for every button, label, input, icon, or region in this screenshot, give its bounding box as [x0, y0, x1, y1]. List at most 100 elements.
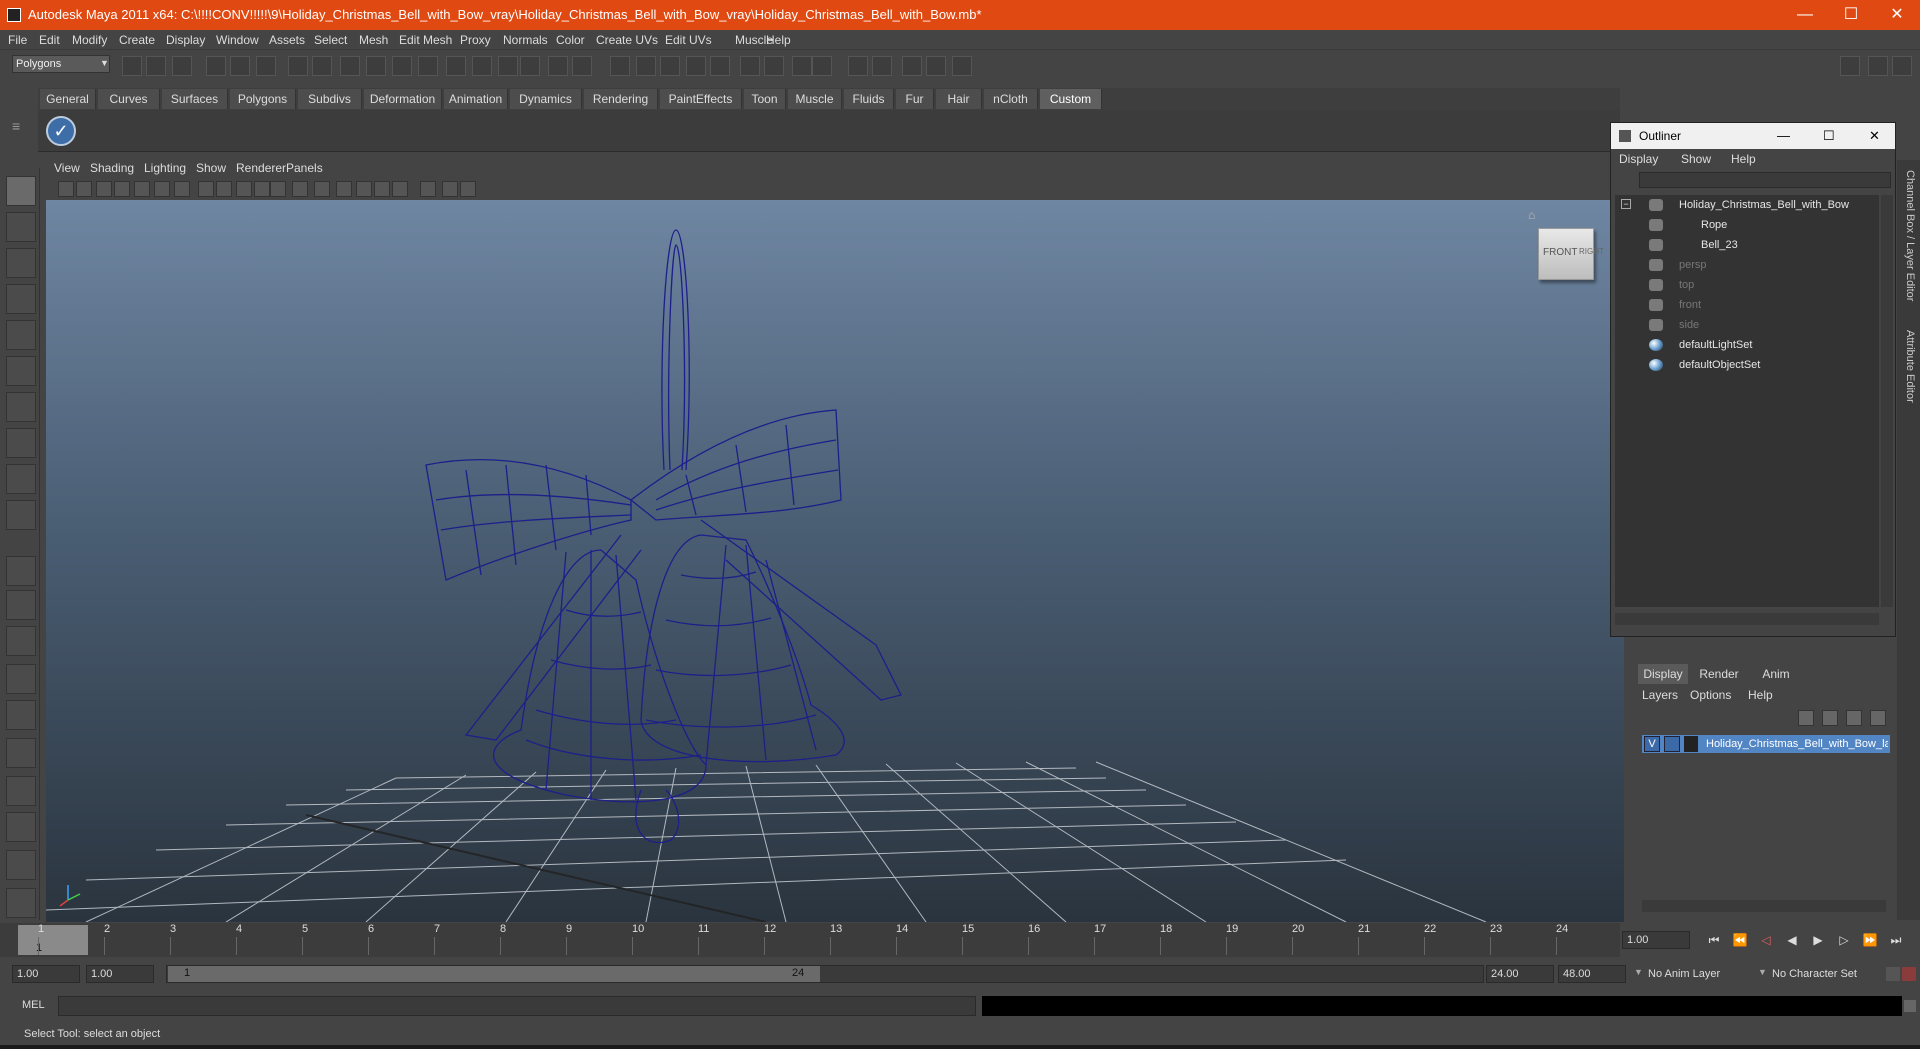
anim-layer-dropdown[interactable]: No Anim Layer [1648, 965, 1758, 983]
current-frame-marker[interactable]: 1 [18, 925, 88, 955]
menu-edit[interactable]: Edit [39, 33, 60, 47]
layer-tab-render[interactable]: Render [1692, 664, 1746, 684]
menu-edit-uvs[interactable]: Edit UVs [665, 33, 712, 47]
layer-move-up-icon[interactable] [1798, 710, 1814, 726]
outliner-item[interactable]: Bell_23 [1615, 235, 1875, 255]
panel-menu-lighting[interactable]: Lighting [144, 161, 186, 175]
view-cube[interactable]: FRONT RIGHT [1538, 228, 1604, 280]
shelf-tab-painteffects[interactable]: PaintEffects [660, 89, 742, 109]
soft-mod-tool-icon[interactable] [6, 428, 36, 458]
render-view-icon[interactable] [686, 56, 706, 76]
menu-mesh[interactable]: Mesh [359, 33, 388, 47]
close-icon[interactable]: ✕ [1869, 123, 1880, 149]
four-pane-layout-icon[interactable] [6, 590, 36, 620]
current-time-field[interactable]: 1.00 [1622, 931, 1690, 949]
go-to-start-icon[interactable]: ⏮ [1704, 931, 1724, 949]
shelf-tab-custom[interactable]: Custom [1040, 89, 1102, 109]
outliner-item[interactable]: side [1615, 315, 1875, 335]
layer-color-swatch[interactable] [1684, 736, 1698, 752]
panel-menu-shading[interactable]: Shading [90, 161, 134, 175]
chevron-down-icon[interactable]: ▼ [1634, 967, 1643, 977]
outliner-layout-icon[interactable] [6, 664, 36, 694]
layer-menu-options[interactable]: Options [1690, 688, 1731, 702]
scale-tool-icon[interactable] [6, 356, 36, 386]
hud-icon[interactable] [460, 181, 476, 197]
construction-history-icon[interactable] [636, 56, 656, 76]
shelf-tab-subdivs[interactable]: Subdivs [298, 89, 362, 109]
maya-app-icon[interactable] [7, 8, 21, 22]
range-slider-handle[interactable]: 1 24 [168, 966, 820, 982]
outliner-horizontal-scrollbar[interactable] [1615, 613, 1879, 625]
home-icon[interactable]: ⌂ [1528, 208, 1535, 222]
two-pane-layout-icon[interactable] [6, 626, 36, 656]
input-output-icon[interactable] [610, 56, 630, 76]
outliner-item[interactable]: front [1615, 295, 1875, 315]
panel-menu-renderer[interactable]: Renderer [236, 161, 286, 175]
play-forward-icon[interactable]: ▶ [1808, 931, 1828, 949]
uv-layout-icon[interactable] [6, 776, 36, 806]
safe-title-icon[interactable] [254, 181, 270, 197]
select-component-icon[interactable] [256, 56, 276, 76]
menu-set-dropdown[interactable]: Polygons [12, 55, 110, 73]
script-editor-icon[interactable] [1904, 1000, 1916, 1012]
animation-end-field[interactable]: 48.00 [1558, 965, 1626, 983]
layer-tab-anim[interactable]: Anim [1750, 664, 1802, 684]
collapse-icon[interactable]: − [1621, 199, 1631, 209]
close-button[interactable]: ✕ [1874, 0, 1920, 30]
go-to-end-icon[interactable]: ⏭ [1886, 931, 1906, 949]
shelf-tab-general[interactable]: General [40, 89, 96, 109]
minimize-button[interactable]: — [1782, 0, 1828, 30]
menu-display[interactable]: Display [166, 33, 205, 47]
last-tool-icon[interactable] [6, 500, 36, 530]
shelf-tab-rendering[interactable]: Rendering [584, 89, 658, 109]
field-chart-icon[interactable] [216, 181, 232, 197]
shelf-tab-fluids[interactable]: Fluids [844, 89, 894, 109]
snap-plane-icon[interactable] [366, 56, 386, 76]
snap-grid-icon[interactable] [288, 56, 308, 76]
channel-box-toggle-icon[interactable] [1868, 56, 1888, 76]
paint-select-tool-icon[interactable] [6, 248, 36, 278]
shadows-icon[interactable] [374, 181, 390, 197]
menu-proxy[interactable]: Proxy [460, 33, 491, 47]
select-tool-icon[interactable] [6, 176, 36, 206]
manipulator-tool-icon[interactable] [6, 392, 36, 422]
render-layout-icon[interactable] [6, 812, 36, 842]
shelf-menu-icon[interactable]: ≡ [12, 118, 32, 148]
check-icon[interactable]: ✓ [46, 116, 76, 146]
menu-color[interactable]: Color [556, 33, 585, 47]
image-plane-icon[interactable] [114, 181, 130, 197]
chevron-down-icon[interactable]: ▼ [1758, 967, 1767, 977]
preferences-icon[interactable] [1902, 967, 1916, 981]
snap-live-icon[interactable] [418, 56, 438, 76]
quick-layout-icon[interactable] [6, 888, 36, 918]
layer-horizontal-scrollbar[interactable] [1642, 900, 1886, 912]
grid-toggle-icon[interactable] [134, 181, 150, 197]
outliner-menu-show[interactable]: Show [1681, 152, 1711, 166]
gate-mask-icon[interactable] [198, 181, 214, 197]
step-back-key-icon[interactable]: ⏪ [1730, 931, 1750, 949]
lasso-tool-icon[interactable] [6, 212, 36, 242]
layer-options-icon[interactable] [1870, 710, 1886, 726]
mel-label[interactable]: MEL [22, 999, 45, 1011]
shelf-tab-hair[interactable]: Hair [936, 89, 982, 109]
open-scene-icon[interactable] [146, 56, 166, 76]
smooth-shade-icon[interactable] [292, 181, 308, 197]
outliner-item[interactable]: defaultObjectSet [1615, 355, 1875, 375]
view-cube-right-label[interactable]: RIGHT [1579, 247, 1604, 256]
select-hierarchy-icon[interactable] [206, 56, 226, 76]
outliner-vertical-scrollbar[interactable] [1881, 195, 1893, 607]
attribute-editor-toggle-icon[interactable] [1892, 56, 1912, 76]
save-scene-icon[interactable] [172, 56, 192, 76]
outliner-icon[interactable] [902, 56, 922, 76]
rotate-tool-icon[interactable] [6, 320, 36, 350]
shelf-tab-fur[interactable]: Fur [896, 89, 934, 109]
camera-icon[interactable] [792, 56, 812, 76]
play-backward-icon[interactable]: ◀ [1782, 931, 1802, 949]
select-object-icon[interactable] [230, 56, 250, 76]
shelf-tab-dynamics[interactable]: Dynamics [510, 89, 582, 109]
camera-attributes-icon[interactable] [76, 181, 92, 197]
hypershade-icon[interactable] [660, 56, 680, 76]
new-scene-icon[interactable] [122, 56, 142, 76]
panel-menu-view[interactable]: View [54, 161, 80, 175]
attribute-editor-tab[interactable]: Attribute Editor [1900, 330, 1916, 403]
